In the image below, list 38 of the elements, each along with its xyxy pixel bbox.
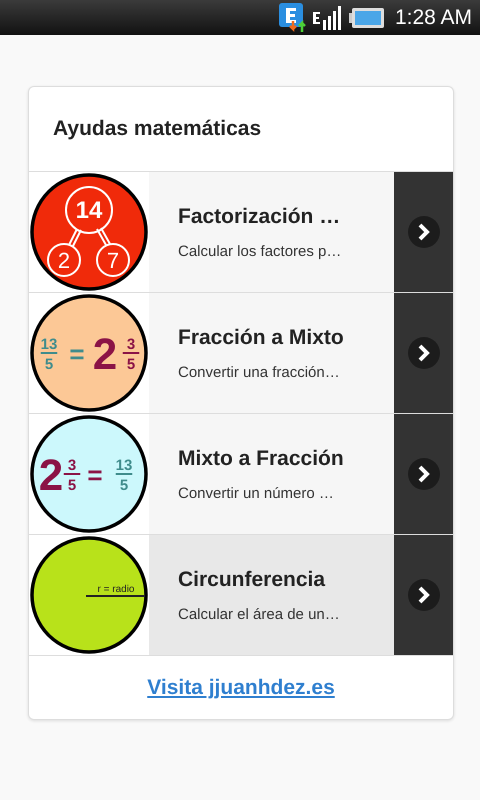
item-description: Calcular los factores p… [178, 242, 342, 260]
equals-sign: = [69, 339, 85, 369]
chevron-right-icon[interactable] [408, 337, 440, 369]
chevron-right-icon[interactable] [408, 216, 440, 248]
fraction-denominator: 5 [126, 356, 136, 373]
list-item[interactable]: Fracción a Mixto Convertir una fracción… [149, 293, 394, 413]
radius-label: r = radio [98, 584, 134, 595]
list-item[interactable]: Circunferencia Calcular el área de un… [149, 535, 394, 655]
data-connection-icon [278, 2, 307, 32]
item-description: Convertir una fracción… [178, 364, 341, 380]
fraction-denominator: 5 [120, 477, 128, 494]
battery-icon [348, 6, 385, 28]
whole-number: 2 [38, 451, 64, 500]
radius-line [86, 595, 145, 597]
fraction-denominator: 5 [68, 477, 76, 494]
whole-number: 2 [92, 330, 118, 379]
list-item[interactable]: Mixto a Fracción Convertir un número … [149, 414, 394, 534]
item-title: Fracción a Mixto [178, 326, 345, 350]
tree-number: 7 [106, 248, 120, 273]
signal-icon [312, 6, 343, 30]
chevron-right-icon[interactable] [408, 458, 440, 490]
fraction-numerator: 3 [68, 457, 76, 474]
item-description: Calcular el área de un… [178, 606, 341, 622]
item-title: Mixto a Fracción [178, 446, 345, 470]
item-title: Circunferencia [178, 568, 326, 592]
fraction-numerator: 13 [116, 457, 132, 474]
list-item[interactable]: Factorización … Calcular los factores p… [149, 172, 394, 292]
tree-number: 14 [76, 197, 102, 224]
fraction-numerator: 13 [40, 336, 58, 353]
item-description: Convertir un número … [178, 484, 335, 502]
item-title: Factorización … [178, 204, 342, 228]
website-link[interactable]: Visita jjuanhdez.es [147, 676, 335, 700]
fraction-denominator: 5 [44, 356, 54, 373]
chevron-right-icon[interactable] [408, 579, 440, 611]
clock-time: 1:28 AM [394, 6, 472, 30]
tree-number: 2 [58, 248, 70, 273]
fraction-numerator: 3 [126, 336, 136, 353]
equals-sign: = [87, 460, 103, 490]
